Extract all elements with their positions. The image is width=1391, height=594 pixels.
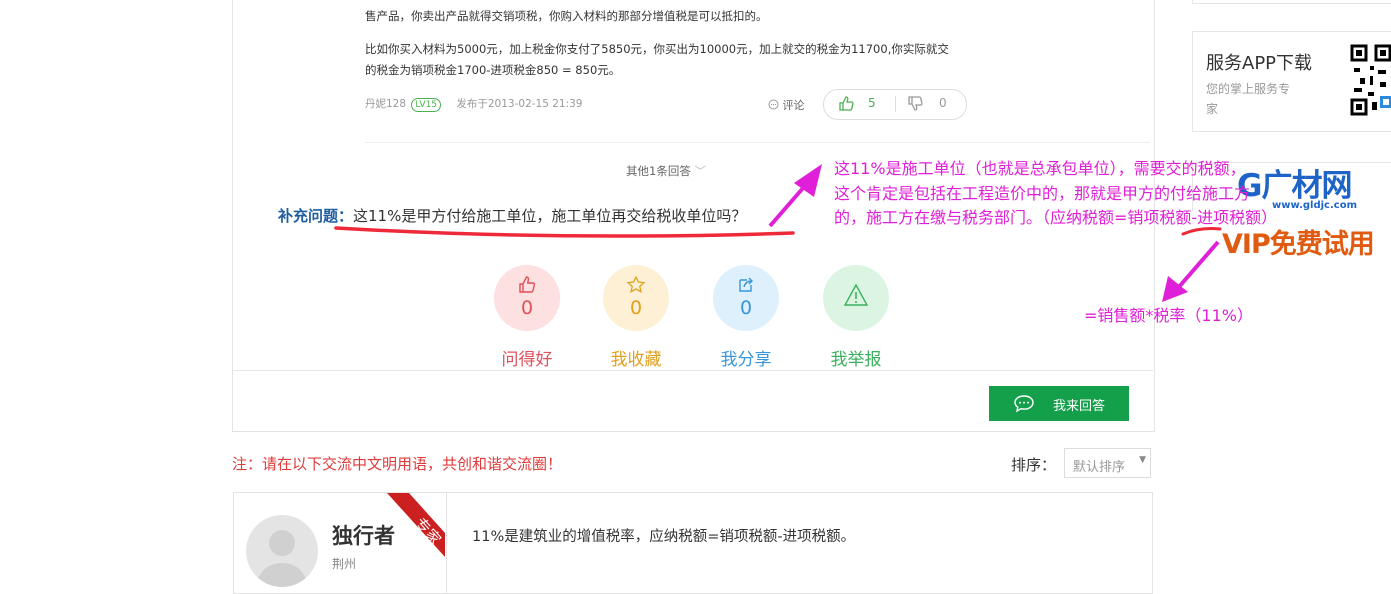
comment-label: 评论 (782, 99, 805, 112)
divider (365, 142, 1150, 143)
favorite-label: 我收藏 (610, 350, 662, 370)
favorite-count: 0 (629, 297, 643, 319)
thumbs-down-icon (908, 96, 923, 111)
answer-text-line-3: 的税金为销项税金1700-进项税金850 = 850元。 (365, 63, 621, 77)
favorite-button[interactable]: 0 (603, 265, 669, 331)
like-count: 5 (868, 96, 876, 110)
comment-link[interactable]: 评论 (768, 97, 805, 113)
comment-icon (768, 99, 779, 110)
app-download-subtitle: 您的掌上服务专 (1206, 82, 1291, 96)
supplement-text: 这11%是甲方付给施工单位，施工单位再交给税收单位吗？ (353, 207, 747, 225)
level-badge: LV15 (411, 98, 442, 112)
answer-button-label: 我来回答 (1053, 399, 1106, 414)
other-answers-toggle[interactable]: 其他1条回答 ﹀ (626, 163, 706, 179)
commenter-location: 荆州 (332, 557, 357, 571)
brand-url: www.gldjc.com (1272, 200, 1357, 211)
user-avatar-icon (256, 530, 308, 587)
annotation-note-line-1: 这11%是施工单位（也就是总承包单位），需要交的税额， (834, 159, 1246, 178)
other-answers-label: 其他1条回答 (626, 164, 691, 178)
comment-card: 独行者 荆州 11%是建筑业的增值税率，应纳税额=销项税额-进项税额。 (233, 492, 1153, 594)
answer-text-line-1: 售产品，你卖出产品就得交销项税，你购入材料的那部分增值税是可以抵扣的。 (365, 9, 768, 23)
dislike-button[interactable]: 0 (907, 95, 947, 116)
card-footer-divider (233, 370, 1153, 371)
answer-meta: 丹妮128 LV15 发布于2013-02-15 21:39 (365, 96, 583, 112)
share-button[interactable]: 0 (713, 265, 779, 331)
commenter-name[interactable]: 独行者 (332, 520, 395, 550)
qr-code-icon[interactable] (1350, 44, 1391, 120)
thumbs-up-icon (519, 276, 536, 293)
sort-selected: 默认排序 (1073, 460, 1126, 475)
share-count: 0 (739, 297, 753, 319)
arrow-down-head (1162, 276, 1188, 302)
avatar[interactable] (246, 515, 318, 587)
author-link[interactable]: 丹妮128 (365, 98, 406, 110)
vote-pill: 5 0 (823, 89, 967, 120)
app-download-box[interactable]: 服务APP下载 您的掌上服务专 家 (1192, 31, 1391, 132)
notice-text: 注：请在以下交流中文明用语，共创和谐交流圈！ (232, 455, 563, 473)
chat-icon (1014, 395, 1034, 413)
answer-text-line-2: 比如你买入材料为5000元，加上税金你支付了5850元，你买出为10000元，加… (365, 42, 949, 56)
publish-time: 发布于2013-02-15 21:39 (456, 98, 583, 110)
good-question-button[interactable]: 0 (494, 265, 560, 331)
chevron-down-icon: ﹀ (694, 164, 706, 178)
answer-button[interactable]: 我来回答 (989, 386, 1129, 421)
supplement-label: 补充问题： (278, 207, 354, 225)
expert-ribbon: 专家 (387, 493, 445, 557)
comment-text: 11%是建筑业的增值税率，应纳税额=销项税额-进项税额。 (472, 529, 856, 545)
sidebar-top-box (1192, 0, 1391, 4)
good-question-label: 问得好 (501, 350, 553, 370)
annotation-formula: =销售额*税率（11%） (1084, 306, 1253, 325)
dislike-count: 0 (939, 96, 947, 110)
annotation-note-line-3: 的，施工方在缴与税务部门。（应纳税额=销项税额-进项税额） (834, 208, 1278, 227)
like-button[interactable]: 5 (838, 95, 876, 116)
thumbs-up-icon (839, 96, 854, 111)
app-download-subtitle-2: 家 (1206, 102, 1219, 116)
sort-select[interactable]: 默认排序 ▼ (1064, 448, 1151, 478)
brand-logo-text[interactable]: G广材网 (1237, 160, 1352, 205)
star-icon (626, 275, 646, 293)
report-button[interactable] (823, 265, 889, 331)
caret-down-icon: ▼ (1139, 455, 1146, 465)
supplement-question: 补充问题：这11%是甲方付给施工单位，施工单位再交给税收单位吗？ (278, 205, 746, 226)
vote-divider (895, 96, 896, 112)
report-label: 我举报 (830, 350, 882, 370)
share-label: 我分享 (720, 350, 772, 370)
good-question-count: 0 (520, 297, 534, 319)
share-icon (739, 277, 753, 292)
annotation-note-line-2: 这个肯定是包括在工程造价中的，那就是甲方的付给施工方 (834, 184, 1251, 203)
sort-label: 排序： (1011, 456, 1057, 474)
app-download-title: 服务APP下载 (1206, 53, 1313, 74)
arrow-down-line (1176, 240, 1220, 290)
warning-icon (843, 283, 869, 306)
